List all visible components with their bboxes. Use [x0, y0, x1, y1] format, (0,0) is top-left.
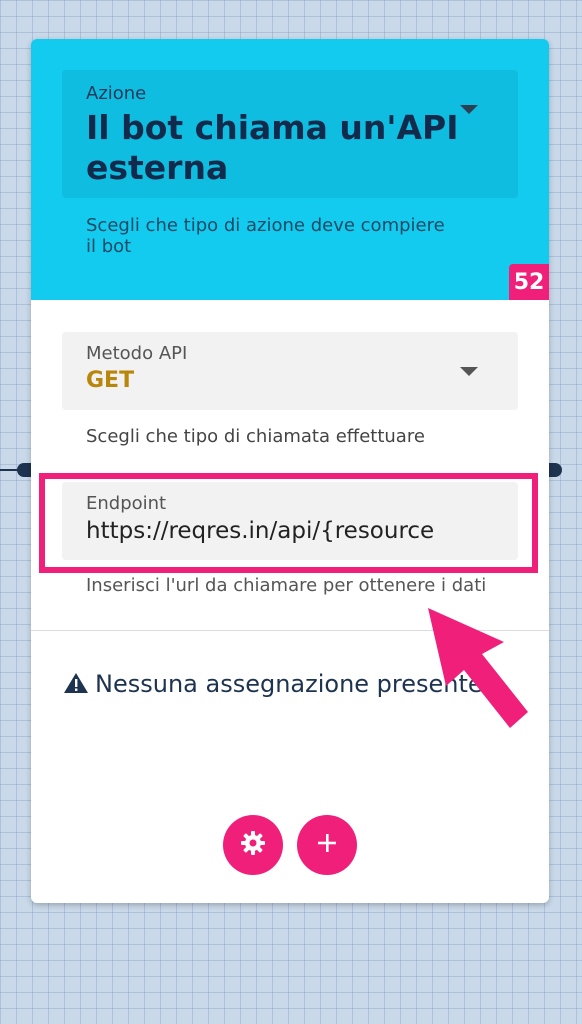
action-select-label: Azione — [86, 83, 147, 104]
card-action-buttons — [223, 815, 359, 875]
settings-button[interactable] — [223, 815, 283, 875]
bot-action-card: Azione Il bot chiama un'API esterna Sceg… — [31, 39, 549, 903]
endpoint-help-text: Inserisci l'url da chiamare per ottenere… — [86, 575, 487, 596]
node-id-badge: 52 — [509, 264, 549, 300]
method-select-value: GET — [86, 368, 135, 393]
card-header: Azione Il bot chiama un'API esterna Sceg… — [31, 39, 549, 300]
arrow-annotation-icon — [428, 608, 528, 728]
add-button[interactable] — [297, 815, 357, 875]
method-help-text: Scegli che tipo di chiamata effettuare — [86, 426, 425, 447]
warning-icon — [63, 670, 89, 703]
action-select[interactable]: Azione Il bot chiama un'API esterna — [62, 70, 518, 198]
method-select-label: Metodo API — [86, 343, 188, 364]
highlight-box — [39, 473, 538, 573]
gear-icon — [239, 829, 267, 861]
chevron-down-icon — [460, 105, 478, 114]
chevron-down-icon — [460, 367, 478, 376]
action-select-value: Il bot chiama un'API esterna — [86, 108, 459, 187]
plus-icon — [316, 832, 338, 858]
method-select[interactable]: Metodo API GET — [62, 332, 518, 410]
action-help-text: Scegli che tipo di azione deve compiere … — [86, 215, 445, 257]
